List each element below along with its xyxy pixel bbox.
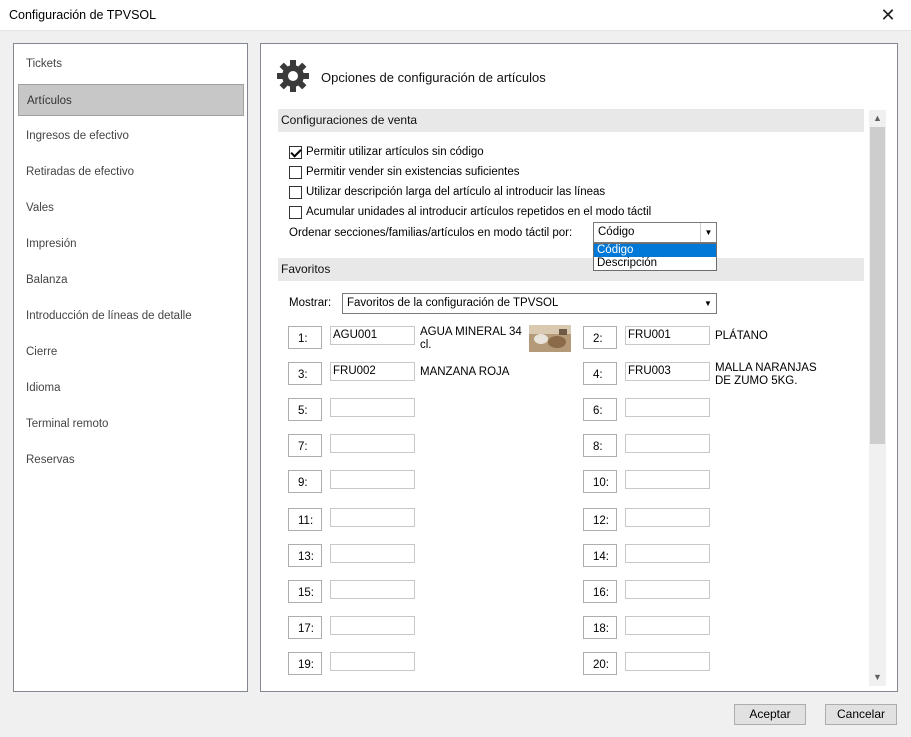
favorite-code-field[interactable] xyxy=(330,652,415,671)
favorite-slot-button[interactable]: 8: xyxy=(583,434,617,457)
order-select[interactable]: Código ▼ xyxy=(593,222,717,243)
checkbox-label: Permitir utilizar artículos sin código xyxy=(306,146,484,158)
favorite-slot-button[interactable]: 18: xyxy=(583,616,617,639)
sidebar-item-balanza[interactable]: Balanza xyxy=(18,264,244,296)
favorite-slot-button[interactable]: 13: xyxy=(288,544,322,567)
checkbox-box[interactable] xyxy=(289,145,302,159)
order-select-value: Código xyxy=(598,226,635,238)
favorite-description: PLÁTANO xyxy=(715,330,768,342)
favorite-code-field[interactable] xyxy=(330,508,415,527)
cancel-button[interactable]: Cancelar xyxy=(825,704,897,725)
favorite-slot-button[interactable]: 17: xyxy=(288,616,322,639)
section-favoritos: Favoritos xyxy=(278,258,864,281)
sidebar-item-idioma[interactable]: Idioma xyxy=(18,372,244,404)
favorite-slot-button[interactable]: 6: xyxy=(583,398,617,421)
favorite-description: MANZANA ROJA xyxy=(420,366,510,378)
panel-title: Opciones de configuración de artículos xyxy=(321,70,546,85)
favorite-slot-button[interactable]: 9: xyxy=(288,470,322,493)
favorite-slot-button[interactable]: 4: xyxy=(583,362,617,385)
gear-icon xyxy=(277,60,309,92)
sidebar-item-impresion[interactable]: Impresión xyxy=(18,228,244,260)
favorite-code-field[interactable]: FRU001 xyxy=(625,326,710,345)
favorite-code-field[interactable] xyxy=(625,470,710,489)
close-icon[interactable]: ✕ xyxy=(865,0,911,31)
scroll-down-icon[interactable]: ▼ xyxy=(869,669,886,686)
title-bar: Configuración de TPVSOL ✕ xyxy=(0,0,911,31)
mostrar-select-value: Favoritos de la configuración de TPVSOL xyxy=(347,297,559,309)
checkbox-descripcion-larga[interactable]: Utilizar descripción larga del artículo … xyxy=(289,184,605,200)
favorite-slot-button[interactable]: 5: xyxy=(288,398,322,421)
checkbox-label: Acumular unidades al introducir artículo… xyxy=(306,206,652,218)
favorite-slot-button[interactable]: 3: xyxy=(288,362,322,385)
section-venta: Configuraciones de venta xyxy=(278,109,864,132)
favorite-code-field[interactable] xyxy=(625,434,710,453)
favorite-slot-button[interactable]: 16: xyxy=(583,580,617,603)
favorite-code-field[interactable] xyxy=(330,398,415,417)
product-image xyxy=(529,325,571,352)
sidebar: Tickets Artículos Ingresos de efectivo R… xyxy=(13,43,248,692)
mostrar-select[interactable]: Favoritos de la configuración de TPVSOL … xyxy=(342,293,717,314)
favorite-code-field[interactable] xyxy=(625,580,710,599)
favorite-slot-button[interactable]: 11: xyxy=(288,508,322,531)
favorite-slot-button[interactable]: 14: xyxy=(583,544,617,567)
order-label: Ordenar secciones/familias/artículos en … xyxy=(289,227,573,239)
sidebar-item-terminal-remoto[interactable]: Terminal remoto xyxy=(18,408,244,440)
favorite-slot-button[interactable]: 7: xyxy=(288,434,322,457)
window-title: Configuración de TPVSOL xyxy=(9,8,157,22)
sidebar-item-retiradas[interactable]: Retiradas de efectivo xyxy=(18,156,244,188)
checkbox-sin-existencias[interactable]: Permitir vender sin existencias suficien… xyxy=(289,164,519,180)
checkbox-label: Utilizar descripción larga del artículo … xyxy=(306,186,606,198)
favorite-code-field[interactable] xyxy=(625,544,710,563)
checkbox-box[interactable] xyxy=(289,185,302,199)
favorite-code-field[interactable] xyxy=(625,616,710,635)
scroll-up-icon[interactable]: ▲ xyxy=(869,110,886,127)
sidebar-item-cierre[interactable]: Cierre xyxy=(18,336,244,368)
favorite-slot-button[interactable]: 12: xyxy=(583,508,617,531)
order-dropdown-list: Código Descripción xyxy=(593,243,717,271)
checkbox-box[interactable] xyxy=(289,205,302,219)
chevron-down-icon[interactable]: ▼ xyxy=(700,294,716,313)
favorite-code-field[interactable] xyxy=(330,470,415,489)
favorite-code-field[interactable] xyxy=(625,508,710,527)
checkbox-sin-codigo[interactable]: Permitir utilizar artículos sin código xyxy=(289,144,484,160)
sidebar-item-vales[interactable]: Vales xyxy=(18,192,244,224)
favorite-code-field[interactable]: FRU002 xyxy=(330,362,415,381)
favorite-slot-button[interactable]: 2: xyxy=(583,326,617,349)
config-panel: Opciones de configuración de artículos C… xyxy=(260,43,898,692)
checkbox-box[interactable] xyxy=(289,165,302,179)
sidebar-item-articulos[interactable]: Artículos xyxy=(18,84,244,116)
scrollbar-thumb[interactable] xyxy=(870,127,885,444)
favorite-code-field[interactable] xyxy=(625,398,710,417)
favorite-description: MALLA NARANJAS DE ZUMO 5KG. xyxy=(715,362,817,387)
favorite-slot-button[interactable]: 15: xyxy=(288,580,322,603)
accept-button[interactable]: Aceptar xyxy=(734,704,806,725)
checkbox-acumular-unidades[interactable]: Acumular unidades al introducir artículo… xyxy=(289,204,651,220)
favorite-slot-button[interactable]: 10: xyxy=(583,470,617,493)
favorite-description: AGUA MINERAL 34 cl. xyxy=(420,326,522,351)
sidebar-item-ingresos[interactable]: Ingresos de efectivo xyxy=(18,120,244,152)
favorite-slot-button[interactable]: 20: xyxy=(583,652,617,675)
sidebar-item-lineas-detalle[interactable]: Introducción de líneas de detalle xyxy=(18,300,244,332)
chevron-down-icon[interactable]: ▼ xyxy=(700,223,716,242)
dropdown-option-descripcion[interactable]: Descripción xyxy=(594,257,716,270)
favorite-code-field[interactable] xyxy=(330,580,415,599)
favorite-slot-button[interactable]: 1: xyxy=(288,326,322,349)
favorite-code-field[interactable]: AGU001 xyxy=(330,326,415,345)
sidebar-item-reservas[interactable]: Reservas xyxy=(18,444,244,476)
favorite-code-field[interactable] xyxy=(330,434,415,453)
sidebar-item-tickets[interactable]: Tickets xyxy=(18,48,244,80)
mostrar-label: Mostrar: xyxy=(289,297,332,309)
favorite-code-field[interactable] xyxy=(330,544,415,563)
favorite-code-field[interactable] xyxy=(625,652,710,671)
favorite-code-field[interactable]: FRU003 xyxy=(625,362,710,381)
checkbox-label: Permitir vender sin existencias suficien… xyxy=(306,166,520,178)
dropdown-option-codigo[interactable]: Código xyxy=(594,244,716,257)
vertical-scrollbar[interactable]: ▲ ▼ xyxy=(869,110,886,686)
favorite-code-field[interactable] xyxy=(330,616,415,635)
favorite-slot-button[interactable]: 19: xyxy=(288,652,322,675)
